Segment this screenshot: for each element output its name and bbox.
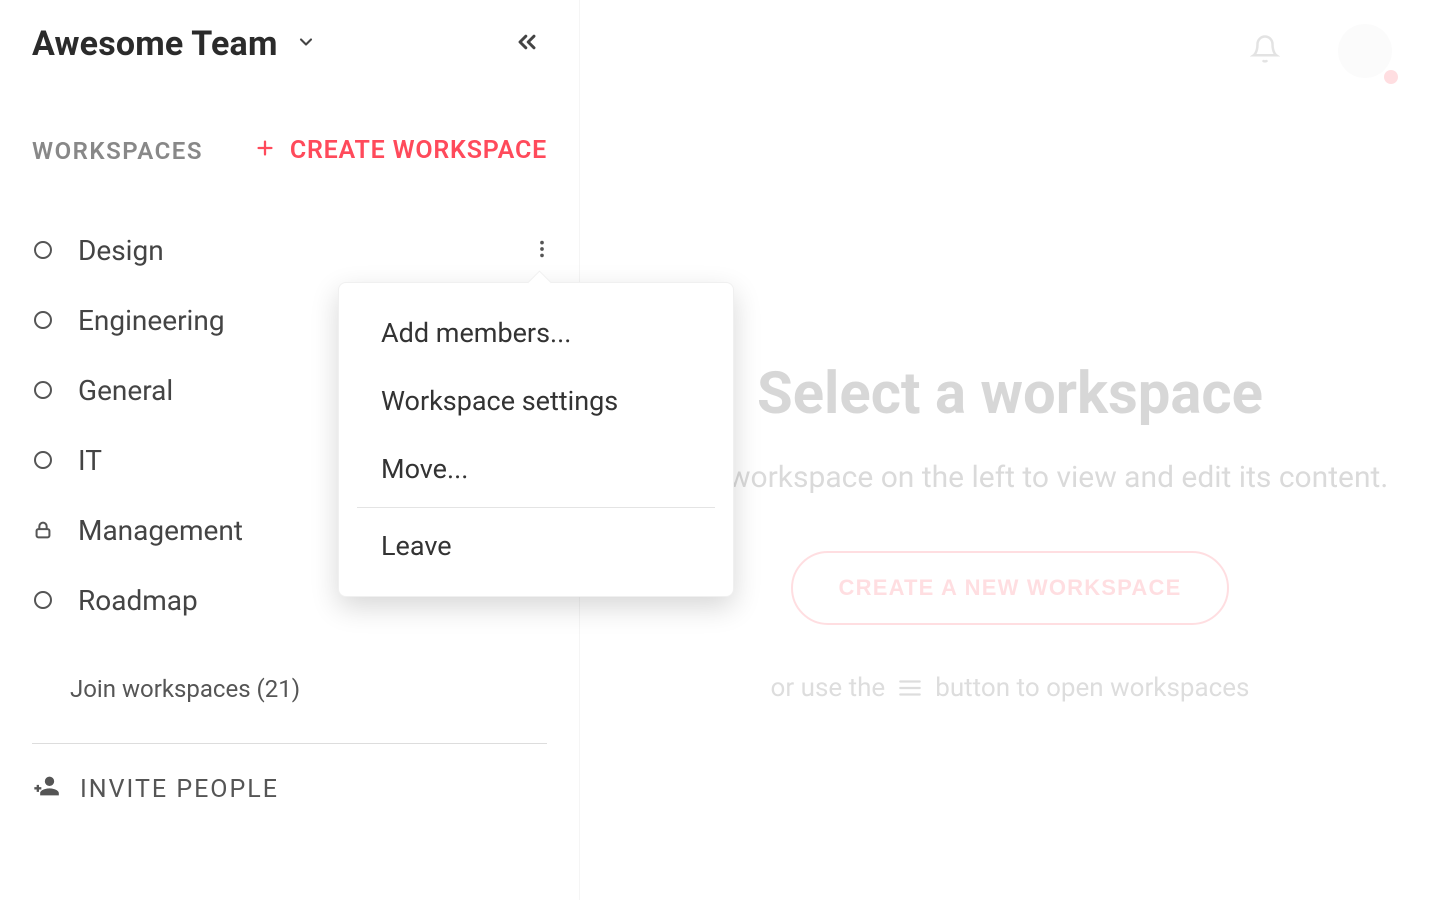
team-switcher[interactable]: Awesome Team (32, 24, 316, 64)
invite-label: INVITE PEOPLE (80, 775, 279, 804)
create-workspace-label: CREATE WORKSPACE (290, 136, 547, 165)
circle-icon (32, 589, 54, 611)
workspace-context-menu: Add members... Workspace settings Move..… (338, 282, 734, 597)
divider (32, 743, 547, 744)
more-options-button[interactable] (525, 228, 559, 273)
lock-icon (32, 519, 54, 541)
create-workspace-button[interactable]: CREATE WORKSPACE (254, 136, 547, 165)
circle-icon (32, 379, 54, 401)
person-add-icon (32, 772, 60, 807)
plus-icon (254, 137, 276, 165)
sidebar-item-design[interactable]: Design (32, 215, 559, 285)
menu-item-add-members[interactable]: Add members... (339, 299, 733, 367)
collapse-sidebar-button[interactable] (507, 22, 547, 66)
workspaces-section-header: WORKSPACES CREATE WORKSPACE (0, 136, 579, 165)
circle-icon (32, 449, 54, 471)
chevron-down-icon (296, 32, 316, 56)
sidebar-item-label: Design (78, 234, 501, 267)
menu-item-leave[interactable]: Leave (339, 512, 733, 580)
team-name: Awesome Team (32, 24, 278, 64)
circle-icon (32, 239, 54, 261)
sidebar: Awesome Team WORKSPACES CREATE WORKSPACE (0, 0, 580, 900)
app-root: Awesome Team WORKSPACES CREATE WORKSPACE (0, 0, 1440, 900)
workspaces-label: WORKSPACES (32, 137, 203, 165)
menu-separator (357, 507, 715, 508)
join-workspaces-link[interactable]: Join workspaces (21) (0, 675, 579, 703)
sidebar-header: Awesome Team (0, 22, 579, 66)
menu-item-move[interactable]: Move... (339, 435, 733, 503)
circle-icon (32, 309, 54, 331)
menu-item-workspace-settings[interactable]: Workspace settings (339, 367, 733, 435)
invite-people-button[interactable]: INVITE PEOPLE (32, 772, 547, 807)
